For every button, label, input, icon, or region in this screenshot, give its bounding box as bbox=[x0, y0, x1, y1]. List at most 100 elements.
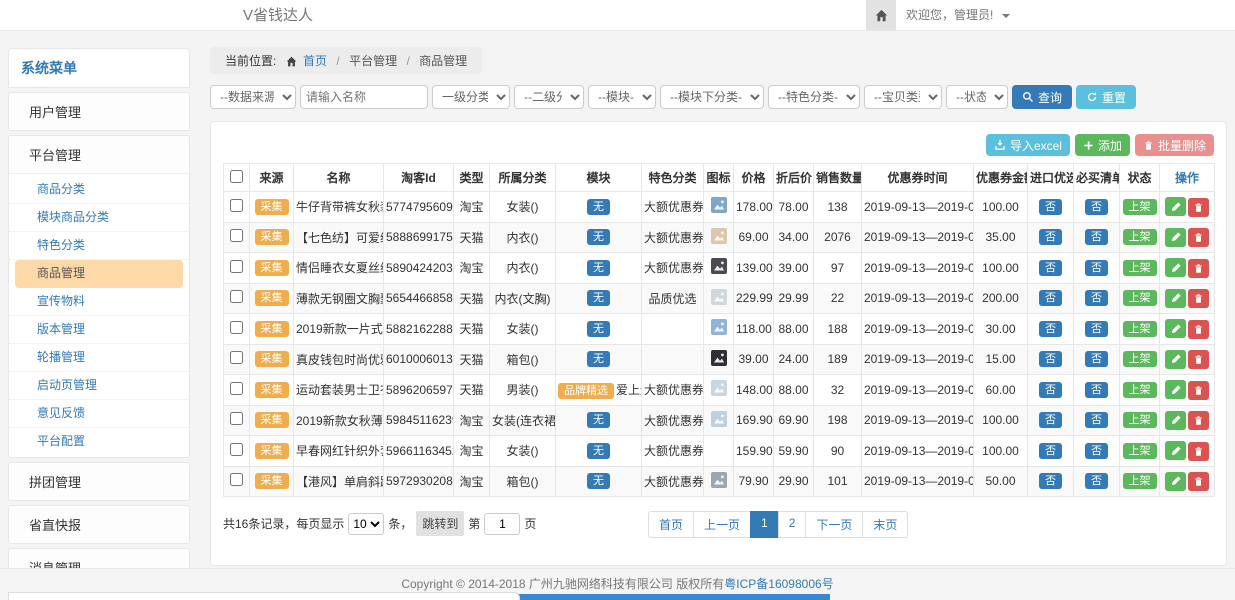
must-buy-toggle[interactable]: 否 bbox=[1085, 443, 1108, 459]
sidebar-item[interactable]: 宣传物料 bbox=[9, 288, 189, 316]
status-badge[interactable]: 上架 bbox=[1123, 443, 1157, 459]
sidebar-item[interactable]: 模块商品分类 bbox=[9, 204, 189, 232]
status-badge[interactable]: 上架 bbox=[1123, 229, 1157, 245]
import-select-toggle[interactable]: 否 bbox=[1039, 260, 1062, 276]
must-buy-toggle[interactable]: 否 bbox=[1085, 321, 1108, 337]
status-badge[interactable]: 上架 bbox=[1123, 321, 1157, 337]
edit-button[interactable] bbox=[1165, 441, 1186, 460]
row-checkbox[interactable] bbox=[230, 199, 243, 212]
pager-button[interactable]: 上一页 bbox=[693, 511, 751, 538]
status-badge[interactable]: 上架 bbox=[1123, 351, 1157, 367]
sidebar-item[interactable]: 版本管理 bbox=[9, 316, 189, 344]
sidebar-group-header[interactable]: 省直快报 bbox=[9, 506, 189, 543]
page-number-input[interactable] bbox=[484, 513, 520, 535]
must-buy-toggle[interactable]: 否 bbox=[1085, 260, 1108, 276]
delete-button[interactable] bbox=[1188, 228, 1209, 247]
must-buy-toggle[interactable]: 否 bbox=[1085, 382, 1108, 398]
row-checkbox[interactable] bbox=[230, 290, 243, 303]
edit-button[interactable] bbox=[1165, 411, 1186, 430]
sidebar-item[interactable]: 轮播管理 bbox=[9, 344, 189, 372]
import-select-toggle[interactable]: 否 bbox=[1039, 473, 1062, 489]
delete-button[interactable] bbox=[1188, 350, 1209, 369]
data-source-select[interactable]: --数据来源-- bbox=[210, 85, 296, 109]
query-button[interactable]: 查询 bbox=[1012, 85, 1072, 109]
edit-button[interactable] bbox=[1165, 380, 1186, 399]
sidebar-item[interactable]: 意见反馈 bbox=[9, 400, 189, 428]
edit-button[interactable] bbox=[1165, 319, 1186, 338]
reset-button[interactable]: 重置 bbox=[1076, 85, 1136, 109]
sidebar-item[interactable]: 平台配置 bbox=[9, 428, 189, 455]
pager-button[interactable]: 末页 bbox=[862, 511, 908, 538]
row-checkbox[interactable] bbox=[230, 443, 243, 456]
edit-button[interactable] bbox=[1165, 197, 1186, 216]
sidebar-item[interactable]: 商品管理 bbox=[15, 260, 183, 288]
name-search-input[interactable] bbox=[300, 85, 428, 109]
delete-button[interactable] bbox=[1188, 381, 1209, 400]
user-menu[interactable]: 欢迎您，管理员! bbox=[906, 0, 1010, 31]
import-select-toggle[interactable]: 否 bbox=[1039, 382, 1062, 398]
row-checkbox[interactable] bbox=[230, 351, 243, 364]
row-checkbox[interactable] bbox=[230, 382, 243, 395]
module-select[interactable]: --模块-- bbox=[588, 85, 656, 109]
batch-delete-button[interactable]: 批量删除 bbox=[1135, 134, 1214, 156]
must-buy-toggle[interactable]: 否 bbox=[1085, 473, 1108, 489]
edit-button[interactable] bbox=[1165, 350, 1186, 369]
pager-button[interactable]: 下一页 bbox=[805, 511, 863, 538]
status-select[interactable]: --状态-- bbox=[946, 85, 1008, 109]
delete-button[interactable] bbox=[1188, 442, 1209, 461]
import-select-toggle[interactable]: 否 bbox=[1039, 229, 1062, 245]
import-select-toggle[interactable]: 否 bbox=[1039, 351, 1062, 367]
status-badge[interactable]: 上架 bbox=[1123, 382, 1157, 398]
pager-button[interactable]: 首页 bbox=[648, 511, 694, 538]
must-buy-toggle[interactable]: 否 bbox=[1085, 412, 1108, 428]
sidebar-item[interactable]: 特色分类 bbox=[9, 232, 189, 260]
sidebar-group-header[interactable]: 用户管理 bbox=[9, 93, 189, 130]
import-select-toggle[interactable]: 否 bbox=[1039, 443, 1062, 459]
delete-button[interactable] bbox=[1188, 289, 1209, 308]
edit-button[interactable] bbox=[1165, 472, 1186, 491]
must-buy-toggle[interactable]: 否 bbox=[1085, 229, 1108, 245]
status-badge[interactable]: 上架 bbox=[1123, 260, 1157, 276]
row-checkbox[interactable] bbox=[230, 229, 243, 242]
feature-category-select[interactable]: --特色分类-- bbox=[768, 85, 860, 109]
breadcrumb-home-link[interactable]: 首页 bbox=[303, 54, 327, 68]
pager-button[interactable]: 1 bbox=[750, 511, 779, 538]
jump-button[interactable]: 跳转到 bbox=[416, 511, 464, 536]
icp-link[interactable]: 粤ICP备16098006号 bbox=[724, 577, 833, 591]
delete-button[interactable] bbox=[1188, 259, 1209, 278]
edit-button[interactable] bbox=[1165, 228, 1186, 247]
import-select-toggle[interactable]: 否 bbox=[1039, 321, 1062, 337]
must-buy-toggle[interactable]: 否 bbox=[1085, 199, 1108, 215]
module-subcategory-select[interactable]: --模块下分类-- bbox=[660, 85, 764, 109]
status-badge[interactable]: 上架 bbox=[1123, 473, 1157, 489]
sidebar-item[interactable]: 商品分类 bbox=[9, 176, 189, 204]
import-select-toggle[interactable]: 否 bbox=[1039, 199, 1062, 215]
row-checkbox[interactable] bbox=[230, 412, 243, 425]
pager-button[interactable]: 2 bbox=[778, 511, 807, 538]
sidebar-group-header[interactable]: 拼团管理 bbox=[9, 463, 189, 500]
import-excel-button[interactable]: 导入excel bbox=[986, 134, 1070, 156]
must-buy-toggle[interactable]: 否 bbox=[1085, 290, 1108, 306]
select-all-checkbox[interactable] bbox=[230, 170, 243, 183]
delete-button[interactable] bbox=[1188, 411, 1209, 430]
delete-button[interactable] bbox=[1188, 472, 1209, 491]
per-page-select[interactable]: 10 bbox=[348, 513, 384, 535]
delete-button[interactable] bbox=[1188, 320, 1209, 339]
import-select-toggle[interactable]: 否 bbox=[1039, 412, 1062, 428]
edit-button[interactable] bbox=[1165, 289, 1186, 308]
status-badge[interactable]: 上架 bbox=[1123, 199, 1157, 215]
import-select-toggle[interactable]: 否 bbox=[1039, 290, 1062, 306]
level2-category-select[interactable]: --二级分类-- bbox=[514, 85, 584, 109]
sidebar-group-header[interactable]: 平台管理 bbox=[9, 136, 189, 173]
level1-category-select[interactable]: 一级分类 bbox=[432, 85, 510, 109]
item-type-select[interactable]: --宝贝类型-- bbox=[864, 85, 942, 109]
must-buy-toggle[interactable]: 否 bbox=[1085, 351, 1108, 367]
status-badge[interactable]: 上架 bbox=[1123, 412, 1157, 428]
delete-button[interactable] bbox=[1188, 198, 1209, 217]
sidebar-item[interactable]: 启动页管理 bbox=[9, 372, 189, 400]
add-button[interactable]: 添加 bbox=[1075, 134, 1130, 156]
row-checkbox[interactable] bbox=[230, 473, 243, 486]
row-checkbox[interactable] bbox=[230, 260, 243, 273]
row-checkbox[interactable] bbox=[230, 321, 243, 334]
status-badge[interactable]: 上架 bbox=[1123, 290, 1157, 306]
